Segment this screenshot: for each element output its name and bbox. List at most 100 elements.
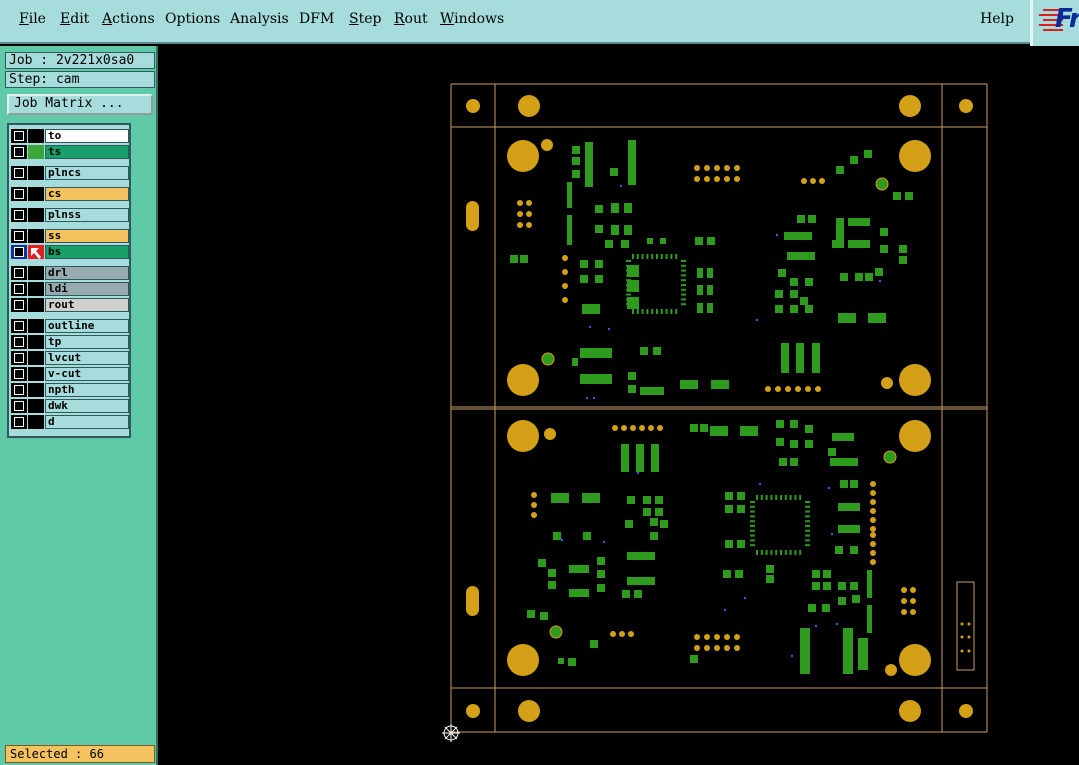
menu-edit[interactable]: Edit	[60, 11, 89, 27]
layer-name[interactable]: ts	[45, 145, 129, 159]
layer-name[interactable]: cs	[45, 187, 129, 201]
smd-pad	[750, 501, 755, 503]
layer-name[interactable]: to	[45, 129, 129, 143]
smd-pad	[660, 520, 668, 528]
layer-name[interactable]: outline	[45, 319, 129, 333]
layer-checkbox[interactable]	[11, 319, 27, 333]
pcb-view[interactable]	[158, 46, 1079, 765]
layer-row-tp[interactable]: tp	[11, 335, 129, 349]
menu-file[interactable]: File	[19, 11, 46, 27]
layer-row-ldi[interactable]: ldi	[11, 282, 129, 296]
layer-checkbox[interactable]	[11, 145, 27, 159]
menu-analysis[interactable]: Analysis	[230, 11, 289, 27]
layer-checkbox[interactable]	[11, 399, 27, 413]
layer-row-plncs[interactable]: plncs	[11, 166, 129, 180]
layer-checkbox[interactable]	[11, 351, 27, 365]
layer-row-drl[interactable]: drl	[11, 266, 129, 280]
menu-step[interactable]: Step	[349, 11, 381, 27]
layer-row-rout[interactable]: rout	[11, 298, 129, 312]
job-matrix-button[interactable]: Job Matrix ...	[7, 94, 153, 115]
layer-checkbox[interactable]	[11, 298, 27, 312]
layer-color-swatch[interactable]	[28, 208, 44, 222]
layer-row-npth[interactable]: npth	[11, 383, 129, 397]
smd-pad	[760, 550, 763, 555]
layer-color-swatch[interactable]	[28, 266, 44, 280]
layer-checkbox[interactable]	[11, 266, 27, 280]
pad	[562, 255, 568, 261]
layer-color-swatch[interactable]	[28, 319, 44, 333]
layer-color-swatch[interactable]	[28, 229, 44, 243]
logo-text: Fr	[1055, 4, 1079, 34]
menu-windows[interactable]: Windows	[440, 11, 504, 27]
layer-name[interactable]: lvcut	[45, 351, 129, 365]
layer-name[interactable]: dwk	[45, 399, 129, 413]
layer-checkbox[interactable]	[11, 245, 27, 259]
graphic-canvas[interactable]	[158, 46, 1079, 765]
layer-checkbox[interactable]	[11, 229, 27, 243]
layer-name[interactable]: tp	[45, 335, 129, 349]
layer-name[interactable]: ss	[45, 229, 129, 243]
layer-row-ss[interactable]: ss	[11, 229, 129, 243]
layer-row-d[interactable]: d	[11, 415, 129, 429]
layer-color-swatch[interactable]	[28, 298, 44, 312]
layer-color-swatch[interactable]	[28, 351, 44, 365]
layer-color-swatch[interactable]	[28, 187, 44, 201]
layer-name[interactable]: d	[45, 415, 129, 429]
via	[758, 482, 762, 486]
layer-name[interactable]: v-cut	[45, 367, 129, 381]
layer-color-swatch[interactable]	[28, 415, 44, 429]
smd-pad	[880, 228, 888, 236]
layer-checkbox[interactable]	[11, 187, 27, 201]
layer-checkbox[interactable]	[11, 208, 27, 222]
layer-checkbox[interactable]	[11, 282, 27, 296]
layer-color-swatch[interactable]	[28, 129, 44, 143]
layer-row-bs[interactable]: bs	[11, 245, 129, 259]
layer-color-swatch[interactable]	[28, 399, 44, 413]
active-layer-arrow-icon[interactable]	[28, 245, 44, 259]
menu-options[interactable]: Options	[165, 11, 220, 27]
pad	[621, 425, 627, 431]
layer-name[interactable]: plncs	[45, 166, 129, 180]
layer-name[interactable]: bs	[45, 245, 129, 259]
pad	[724, 165, 730, 171]
layer-row-v-cut[interactable]: v-cut	[11, 367, 129, 381]
layer-row-plnss[interactable]: plnss	[11, 208, 129, 222]
layer-row-dwk[interactable]: dwk	[11, 399, 129, 413]
layer-color-swatch[interactable]	[28, 367, 44, 381]
layer-row-cs[interactable]: cs	[11, 187, 129, 201]
layer-color-swatch[interactable]	[28, 145, 44, 159]
smd-pad	[642, 254, 676, 314]
smd-pad	[700, 424, 708, 432]
layer-name[interactable]: ldi	[45, 282, 129, 296]
layer-name[interactable]: rout	[45, 298, 129, 312]
layer-name[interactable]: npth	[45, 383, 129, 397]
smd-pad	[540, 612, 548, 620]
layer-checkbox[interactable]	[11, 166, 27, 180]
menu-help[interactable]: Help	[980, 11, 1014, 27]
smd-pad	[621, 444, 629, 472]
layer-checkbox[interactable]	[11, 335, 27, 349]
pad	[724, 645, 730, 651]
menu-actions[interactable]: Actions	[102, 11, 155, 27]
layer-color-swatch[interactable]	[28, 335, 44, 349]
pad	[526, 222, 532, 228]
layer-row-lvcut[interactable]: lvcut	[11, 351, 129, 365]
layer-color-swatch[interactable]	[28, 166, 44, 180]
layer-checkbox[interactable]	[11, 367, 27, 381]
layer-color-swatch[interactable]	[28, 383, 44, 397]
layer-name[interactable]: plnss	[45, 208, 129, 222]
layer-checkbox[interactable]	[11, 383, 27, 397]
via	[560, 538, 564, 542]
menu-rout[interactable]: Rout	[394, 11, 428, 27]
layer-color-swatch[interactable]	[28, 282, 44, 296]
layer-checkbox[interactable]	[11, 415, 27, 429]
layer-row-to[interactable]: to	[11, 129, 129, 143]
layer-name[interactable]: drl	[45, 266, 129, 280]
pad	[805, 386, 811, 392]
layer-row-ts[interactable]: ts	[11, 145, 129, 159]
smd-pad	[760, 495, 763, 500]
layer-row-outline[interactable]: outline	[11, 319, 129, 333]
layer-checkbox[interactable]	[11, 129, 27, 143]
via	[775, 233, 779, 237]
menu-dfm[interactable]: DFM	[299, 11, 334, 27]
